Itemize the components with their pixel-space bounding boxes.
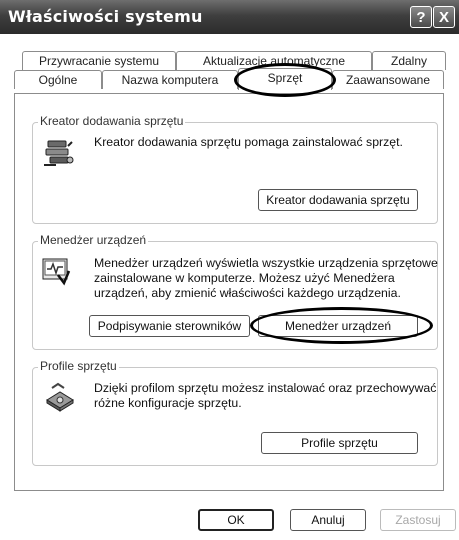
tab-remote[interactable]: Zdalny — [372, 51, 446, 70]
title-bar[interactable]: Właściwości systemu ? X — [0, 0, 459, 34]
close-button[interactable]: X — [433, 6, 455, 28]
profiles-line-1: Dzięki profilom sprzętu możesz instalowa… — [94, 381, 437, 395]
device-manager-line-2: zainstalowane w komputerze. Możesz użyć … — [94, 271, 395, 285]
tab-advanced[interactable]: Zaawansowane — [332, 70, 444, 89]
group-legend: Profile sprzętu — [38, 359, 119, 373]
window-title: Właściwości systemu — [8, 7, 203, 26]
system-properties-window: Właściwości systemu ? X Przywracanie sys… — [0, 0, 459, 540]
group-legend: Kreator dodawania sprzętu — [38, 114, 186, 128]
tab-hardware[interactable]: Sprzęt — [238, 68, 332, 90]
ok-button[interactable]: OK — [198, 509, 274, 531]
hardware-profiles-button[interactable]: Profile sprzętu — [261, 432, 418, 454]
cancel-button[interactable]: Anuluj — [290, 509, 366, 531]
driver-signing-button[interactable]: Podpisywanie sterowników — [89, 315, 250, 337]
hardware-profiles-icon — [46, 382, 74, 412]
apply-button[interactable]: Zastosuj — [380, 509, 456, 531]
help-button[interactable]: ? — [410, 6, 432, 28]
group-legend: Menedżer urządzeń — [38, 233, 149, 247]
tab-computer-name[interactable]: Nazwa komputera — [102, 70, 238, 89]
device-manager-icon — [42, 258, 71, 286]
device-manager-line-3: urządzeń, aby zmienić właściwości każdeg… — [94, 286, 401, 300]
device-manager-button[interactable]: Menedżer urządzeń — [258, 315, 418, 337]
tab-system-restore[interactable]: Przywracanie systemu — [22, 51, 176, 70]
profiles-line-2: różne konfiguracje sprzętu. — [94, 396, 242, 410]
device-manager-line-1: Menedżer urządzeń wyświetla wszystkie ur… — [94, 256, 438, 270]
hardware-wizard-icon — [44, 140, 74, 166]
add-hardware-wizard-button[interactable]: Kreator dodawania sprzętu — [258, 189, 418, 211]
tab-general[interactable]: Ogólne — [14, 70, 102, 89]
wizard-description: Kreator dodawania sprzętu pomaga zainsta… — [94, 135, 403, 149]
